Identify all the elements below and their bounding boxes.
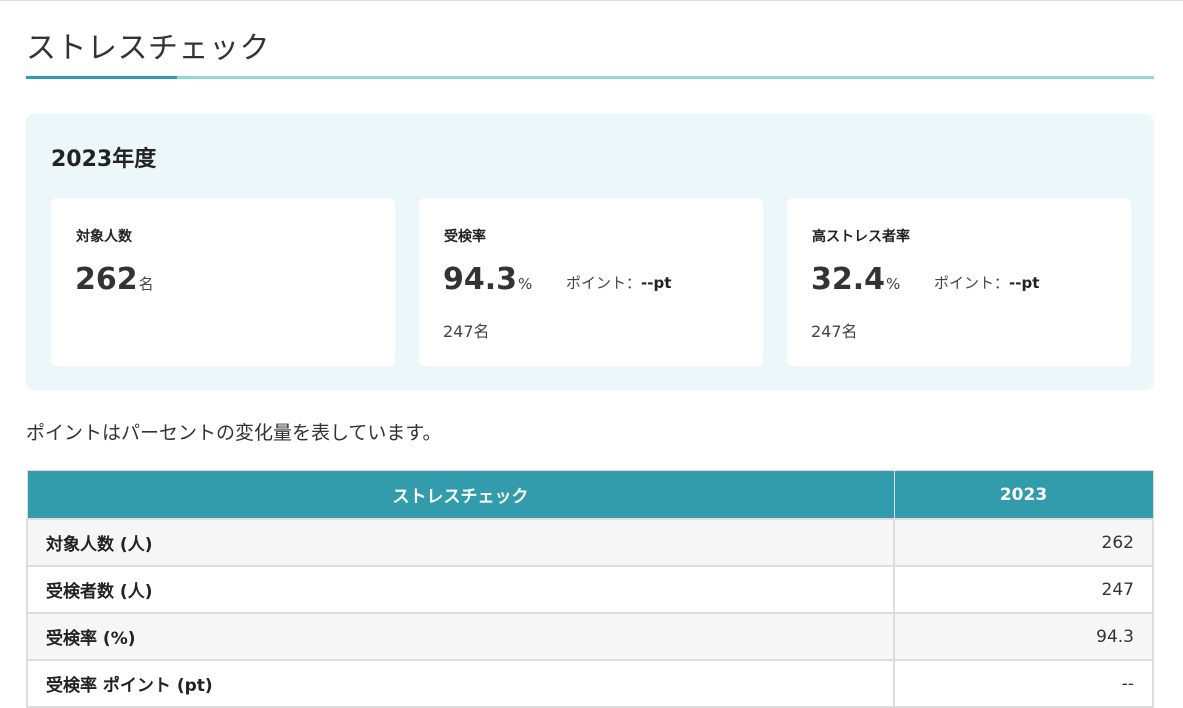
card-point-value: --pt — [641, 274, 672, 292]
table-header-category: ストレスチェック — [26, 470, 895, 520]
card-value: 262名 — [75, 262, 154, 302]
card-point: ポイント：--pt — [934, 272, 1039, 293]
card-label: 対象人数 — [76, 229, 132, 245]
point-note: ポイントはパーセントの変化量を表しています。 — [26, 422, 442, 444]
card-unit: % — [886, 275, 901, 293]
title-underline — [26, 76, 1154, 79]
card-label: 受検率 — [444, 229, 486, 245]
card-point-label: ポイント： — [934, 274, 1010, 292]
row-value: 94.3 — [893, 612, 1154, 661]
row-label: 受検率 ポイント (pt) — [26, 659, 895, 708]
title-underline-accent — [26, 76, 177, 79]
card-sub: 247名 — [443, 322, 490, 341]
table-row: 受検者数 (人) 247 — [26, 565, 1154, 614]
row-label: 受検率 (%) — [26, 612, 895, 661]
card-point-label: ポイント： — [566, 274, 642, 292]
page-title: ストレスチェック — [26, 31, 270, 66]
card-value: 32.4% — [811, 262, 900, 302]
card-sub: 247名 — [811, 322, 858, 341]
card-number: 94.3 — [443, 262, 518, 297]
table-header-row: ストレスチェック 2023 — [26, 470, 1154, 520]
row-value: -- — [893, 659, 1154, 708]
card-label: 高ストレス者率 — [812, 229, 910, 245]
row-label: 対象人数 (人) — [26, 518, 895, 567]
summary-panel: 2023年度 対象人数 262名 受検率 94.3% ポイント：--pt 247… — [26, 114, 1154, 390]
row-value: 262 — [893, 518, 1154, 567]
card-number: 262 — [75, 262, 138, 297]
table-row: 受検率 ポイント (pt) -- — [26, 659, 1154, 708]
stress-check-table: ストレスチェック 2023 対象人数 (人) 262 受検者数 (人) 247 … — [26, 470, 1154, 708]
card-unit: % — [518, 275, 533, 293]
card-exam-rate: 受検率 94.3% ポイント：--pt 247名 — [419, 198, 763, 366]
card-value: 94.3% — [443, 262, 532, 302]
page-container: ストレスチェック 2023年度 対象人数 262名 受検率 94.3% ポイント… — [26, 0, 1154, 708]
card-target-count: 対象人数 262名 — [51, 198, 395, 366]
card-point: ポイント：--pt — [566, 272, 671, 293]
table-header-year: 2023 — [893, 470, 1154, 520]
card-number: 32.4 — [811, 262, 886, 297]
row-value: 247 — [893, 565, 1154, 614]
row-label: 受検者数 (人) — [26, 565, 895, 614]
fiscal-year-heading: 2023年度 — [51, 147, 157, 172]
card-unit: 名 — [138, 275, 154, 293]
card-point-value: --pt — [1009, 274, 1040, 292]
table-row: 受検率 (%) 94.3 — [26, 612, 1154, 661]
table-row: 対象人数 (人) 262 — [26, 518, 1154, 567]
card-high-stress-rate: 高ストレス者率 32.4% ポイント：--pt 247名 — [787, 198, 1131, 366]
